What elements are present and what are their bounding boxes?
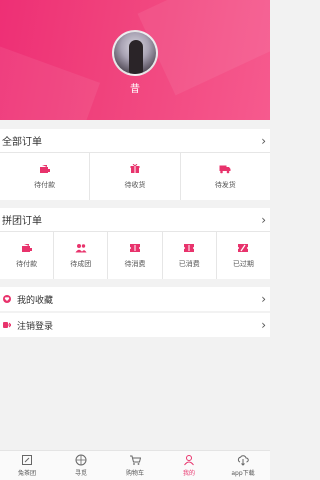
cart-icon bbox=[130, 455, 141, 465]
order-pending-receipt[interactable]: 待收货 bbox=[90, 153, 181, 200]
orders-header[interactable]: 全部订单 › bbox=[0, 129, 270, 153]
tab-label: app下载 bbox=[231, 470, 255, 477]
favorites-row[interactable]: 我的收藏 › bbox=[0, 287, 270, 311]
tab-home[interactable]: 兔茶团 bbox=[0, 451, 54, 480]
gift-box-icon bbox=[130, 163, 140, 173]
ticket-icon bbox=[184, 243, 195, 252]
group-order-pending-use[interactable]: 待消费 bbox=[108, 232, 163, 279]
logout-icon bbox=[3, 322, 11, 328]
chevron-right-icon: › bbox=[261, 212, 266, 227]
avatar[interactable] bbox=[112, 30, 158, 76]
order-label: 待付款 bbox=[34, 180, 56, 189]
tab-label: 兔茶团 bbox=[17, 470, 36, 477]
tab-label: 购物车 bbox=[125, 470, 144, 477]
compass-icon bbox=[75, 454, 87, 466]
group-orders-section: 拼团订单 › 待付款 待成团 待消费 已消费 已过期 bbox=[0, 208, 270, 279]
group-order-label: 已消费 bbox=[178, 259, 200, 268]
logout-row[interactable]: 注销登录 › bbox=[0, 313, 270, 337]
heart-icon bbox=[3, 295, 11, 303]
group-orders-header[interactable]: 拼团订单 › bbox=[0, 208, 270, 232]
group-order-used[interactable]: 已消费 bbox=[163, 232, 217, 279]
order-pending-shipment[interactable]: 待发货 bbox=[181, 153, 270, 200]
group-orders-grid: 待付款 待成团 待消费 已消费 已过期 bbox=[0, 232, 270, 279]
chevron-right-icon: › bbox=[261, 133, 266, 148]
orders-section: 全部订单 › 待付款 待收货 待发货 bbox=[0, 129, 270, 200]
order-label: 待收货 bbox=[124, 180, 146, 189]
tab-explore[interactable]: 寻觅 bbox=[54, 451, 108, 480]
ticket-icon bbox=[130, 243, 140, 252]
order-pending-payment[interactable]: 待付款 bbox=[0, 153, 91, 200]
group-order-label: 待付款 bbox=[16, 259, 38, 268]
tab-cart[interactable]: 购物车 bbox=[108, 451, 162, 480]
profile-header: 昔 bbox=[0, 0, 270, 120]
tab-app-download[interactable]: app下载 bbox=[216, 451, 270, 480]
home-icon bbox=[22, 455, 32, 465]
group-orders-title: 拼团订单 bbox=[2, 216, 42, 227]
order-label: 待发货 bbox=[214, 180, 236, 189]
group-order-pending-payment[interactable]: 待付款 bbox=[0, 232, 55, 279]
expired-ticket-icon bbox=[238, 243, 249, 252]
wallet-icon bbox=[21, 243, 32, 252]
group-order-expired[interactable]: 已过期 bbox=[217, 232, 270, 279]
group-icon bbox=[75, 243, 87, 252]
group-order-label: 已过期 bbox=[232, 259, 254, 268]
tab-label: 我的 bbox=[182, 470, 195, 477]
orders-grid: 待付款 待收货 待发货 bbox=[0, 153, 270, 200]
orders-title: 全部订单 bbox=[2, 137, 42, 148]
group-order-pending-group[interactable]: 待成团 bbox=[54, 232, 109, 279]
chevron-right-icon: › bbox=[261, 292, 266, 306]
logout-label: 注销登录 bbox=[17, 321, 54, 332]
truck-icon bbox=[219, 165, 231, 173]
tab-label: 寻觅 bbox=[74, 470, 87, 477]
group-order-label: 待消费 bbox=[124, 259, 146, 268]
wallet-icon bbox=[39, 164, 50, 173]
nickname: 昔 bbox=[130, 84, 140, 95]
cloud-download-icon bbox=[237, 455, 249, 466]
bottom-tab-bar: 兔茶团 寻觅 购物车 我的 app下载 bbox=[0, 450, 270, 480]
tab-mine[interactable]: 我的 bbox=[162, 451, 216, 480]
user-icon bbox=[184, 455, 194, 466]
avatar-photo bbox=[129, 40, 143, 74]
chevron-right-icon: › bbox=[261, 318, 266, 332]
group-order-label: 待成团 bbox=[70, 259, 92, 268]
favorites-label: 我的收藏 bbox=[17, 295, 54, 306]
